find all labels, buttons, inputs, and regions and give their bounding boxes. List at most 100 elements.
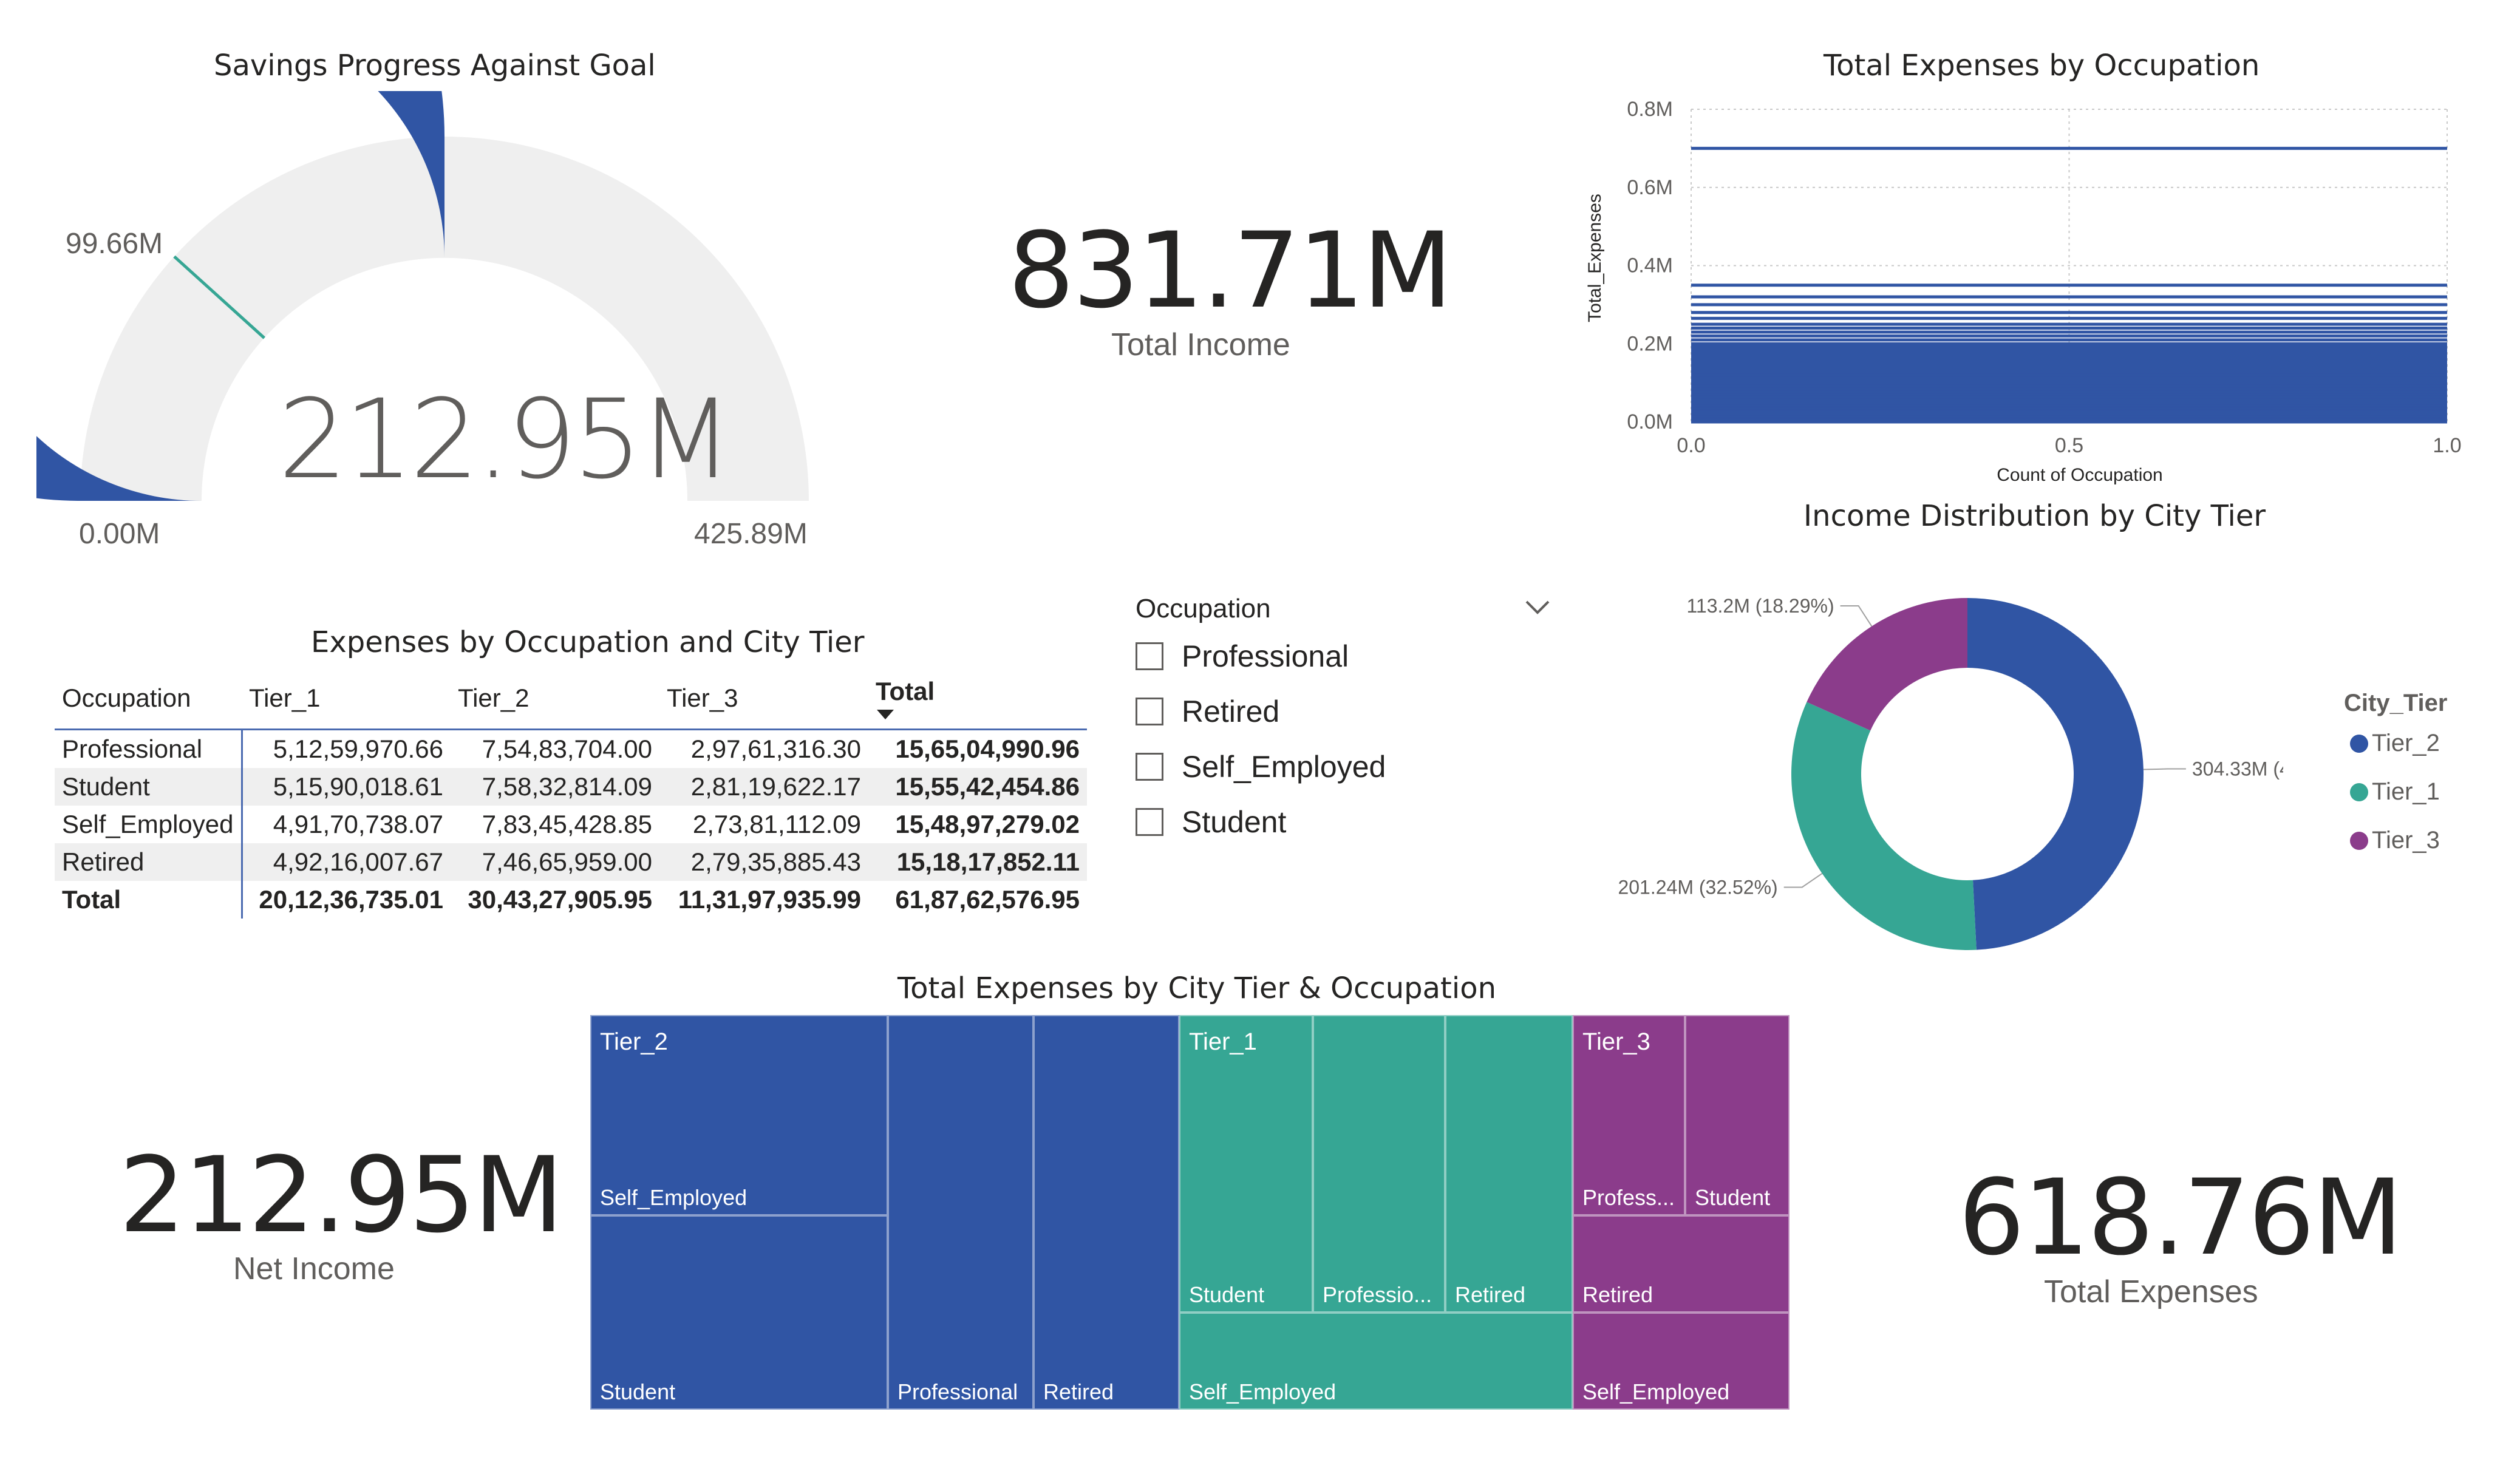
x-tick-label: 0.0 [1677, 434, 1705, 457]
legend-dot [2350, 734, 2368, 753]
treemap-label: Student [1695, 1185, 1771, 1210]
treemap-label: Professional [897, 1379, 1018, 1404]
gauge-max-label: 425.89M [694, 518, 808, 550]
y-tick-label: 0.0M [1627, 410, 1673, 433]
legend-item-tier1[interactable]: Tier_1 [2350, 778, 2440, 806]
matrix-cell: 5,15,90,018.61 [242, 768, 451, 806]
matrix-cell: Professional [55, 729, 243, 768]
table-total-row: Total 20,12,36,735.01 30,43,27,905.95 11… [55, 881, 1087, 919]
matrix-header-occupation[interactable]: Occupation [55, 668, 242, 730]
gauge-min-label: 0.00M [79, 518, 160, 550]
matrix-header-total[interactable]: Total [868, 668, 1087, 730]
net-income-value: 212.95M [119, 1134, 564, 1256]
matrix-cell: 15,55,42,454.86 [868, 768, 1087, 806]
matrix-cell: Total [55, 881, 243, 919]
chevron-down-icon[interactable] [1524, 598, 1551, 616]
treemap-label: Self_Employed [1189, 1379, 1337, 1404]
donut-slice [1967, 598, 2144, 950]
matrix-cell: 7,54,83,704.00 [482, 735, 652, 763]
donut-legend-title: City_Tier [2344, 690, 2448, 716]
treemap-label: Student [600, 1379, 676, 1404]
line-chart-title: Total Expenses by Occupation [1824, 49, 2260, 83]
data-label: 304.33M (49.18%) [2192, 758, 2283, 780]
net-income-label: Net Income [233, 1251, 395, 1286]
expenses-treemap: Tier_2 Self_Employed Student Professiona… [590, 1015, 1790, 1410]
matrix-cell: 30,43,27,905.95 [468, 885, 652, 914]
donut-title: Income Distribution by City Tier [1803, 499, 2266, 533]
leader-line [2143, 768, 2186, 770]
gauge-value: 212.95M [278, 376, 733, 503]
legend-dot [2350, 783, 2368, 801]
treemap-cell[interactable]: Retired [1034, 1015, 1179, 1410]
matrix-cell: 15,48,97,279.02 [895, 810, 1080, 838]
treemap-label: Self_Employed [600, 1185, 747, 1210]
total-expenses-label: Total Expenses [2044, 1274, 2258, 1309]
treemap-label: Self_Employed [1582, 1379, 1730, 1404]
treemap-label: Retired [1043, 1379, 1114, 1404]
slicer-option-professional[interactable]: Professional [1136, 639, 1349, 674]
treemap-label: Student [1189, 1282, 1265, 1307]
matrix-cell: 2,97,61,316.30 [690, 735, 861, 763]
donut-slice [1807, 598, 1967, 731]
donut-slice [1791, 702, 1977, 950]
treemap-cell[interactable]: Tier_2 Self_Employed [590, 1015, 888, 1215]
legend-item-tier3[interactable]: Tier_3 [2350, 827, 2440, 854]
treemap-cell[interactable]: Self_Employed [1179, 1313, 1573, 1410]
treemap-cell[interactable]: Retired [1445, 1015, 1573, 1313]
treemap-title: Total Expenses by City Tier & Occupation [897, 971, 1496, 1005]
matrix-cell: 7,46,65,959.00 [451, 843, 659, 881]
expenses-matrix: Occupation Tier_1 Tier_2 Tier_3 Total Pr… [55, 668, 1087, 919]
matrix-cell: Retired [55, 843, 243, 881]
treemap-cell[interactable]: Retired [1573, 1215, 1790, 1313]
total-income-label: Total Income [1111, 327, 1290, 362]
matrix-header-tier1[interactable]: Tier_1 [242, 668, 451, 730]
treemap-cell[interactable]: Self_Employed [1573, 1313, 1790, 1410]
income-donut-chart: 304.33M (49.18%) 201.24M (32.52%) 113.2M (… [1618, 595, 2283, 950]
treemap-cell[interactable]: Student [590, 1215, 888, 1410]
matrix-cell: 7,83,45,428.85 [482, 810, 652, 838]
matrix-cell: 15,65,04,990.96 [895, 735, 1080, 763]
matrix-cell: 15,18,17,852.11 [868, 843, 1087, 881]
slicer-option-self-employed[interactable]: Self_Employed [1136, 749, 1386, 784]
checkbox[interactable] [1136, 642, 1163, 670]
legend-dot [2350, 831, 2368, 850]
table-row: Self_Employed 4,91,70,738.07 7,83,45,428… [55, 806, 1087, 843]
checkbox[interactable] [1136, 753, 1163, 781]
legend-item-tier2[interactable]: Tier_2 [2350, 730, 2440, 757]
leader-line [1783, 873, 1823, 888]
total-expenses-value: 618.76M [1958, 1156, 2403, 1279]
table-row: Professional 5,12,59,970.66 7,54,83,704.… [55, 729, 1087, 768]
slicer-option-student[interactable]: Student [1136, 804, 1286, 840]
matrix-cell: 61,87,62,576.95 [895, 885, 1080, 914]
gauge-title: Savings Progress Against Goal [214, 49, 656, 83]
matrix-cell: Student [55, 768, 243, 806]
sort-down-icon [877, 710, 894, 719]
y-tick-label: 0.4M [1627, 254, 1673, 277]
checkbox[interactable] [1136, 698, 1163, 725]
data-label: 113.2M (18.29%) [1687, 595, 1834, 617]
treemap-group-label: Tier_2 [600, 1028, 668, 1055]
treemap-cell[interactable]: Tier_1 Student [1179, 1015, 1313, 1313]
matrix-header-tier2[interactable]: Tier_2 [451, 668, 659, 730]
matrix-cell: 5,12,59,970.66 [273, 735, 443, 763]
x-tick-label: 1.0 [2433, 434, 2461, 457]
treemap-cell[interactable]: Student [1685, 1015, 1790, 1215]
matrix-cell: Self_Employed [55, 806, 243, 843]
checkbox[interactable] [1136, 808, 1163, 836]
treemap-group-label: Tier_1 [1189, 1028, 1257, 1055]
treemap-cell[interactable]: Professio... [1313, 1015, 1445, 1313]
matrix-cell: 2,73,81,112.09 [692, 810, 861, 838]
treemap-cell[interactable]: Tier_3 Profess... [1573, 1015, 1685, 1215]
total-income-value: 831.71M [1008, 209, 1452, 331]
slicer-option-retired[interactable]: Retired [1136, 694, 1279, 729]
treemap-label: Professio... [1323, 1282, 1432, 1307]
gauge-target-label: 99.66M [66, 228, 163, 260]
matrix-cell: 2,79,35,885.43 [659, 843, 868, 881]
data-label: 201.24M (32.52%) [1618, 876, 1777, 898]
treemap-cell[interactable]: Professional [888, 1015, 1034, 1410]
matrix-cell: 11,31,97,935.99 [678, 885, 861, 914]
x-tick-label: 0.5 [2055, 434, 2083, 457]
y-axis-label: Total_Expenses [1585, 194, 1605, 322]
treemap-group-label: Tier_3 [1582, 1028, 1650, 1055]
matrix-header-tier3[interactable]: Tier_3 [659, 668, 868, 730]
